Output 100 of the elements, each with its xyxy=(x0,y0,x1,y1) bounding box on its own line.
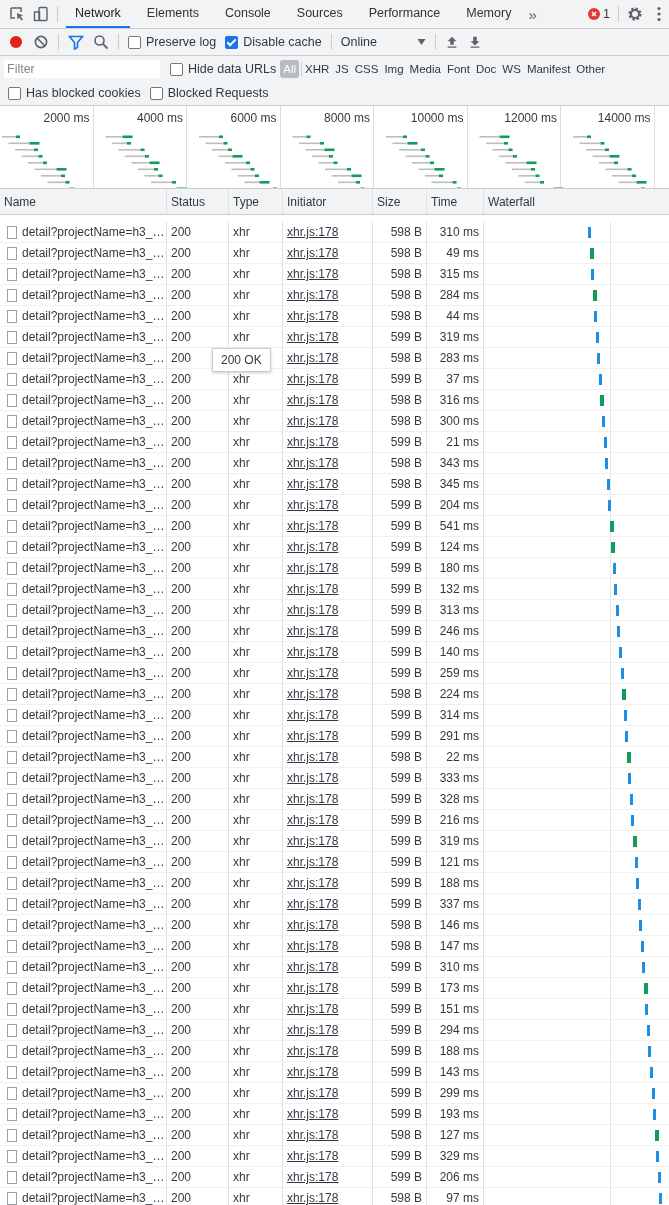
request-name[interactable]: detail?projectName=h3_… xyxy=(22,1128,165,1142)
column-header[interactable]: Type xyxy=(229,189,283,214)
panel-tab[interactable]: Performance xyxy=(359,0,450,28)
request-name[interactable]: detail?projectName=h3_… xyxy=(22,729,165,743)
type-filter-button[interactable]: Manifest xyxy=(525,61,572,77)
type-filter-button[interactable]: CSS xyxy=(353,61,380,77)
initiator-link[interactable]: xhr.js:178 xyxy=(287,225,339,239)
initiator-link[interactable]: xhr.js:178 xyxy=(287,456,339,470)
record-icon[interactable] xyxy=(8,34,24,50)
request-name[interactable]: detail?projectName=h3_… xyxy=(22,582,165,596)
initiator-link[interactable]: xhr.js:178 xyxy=(287,729,339,743)
initiator-link[interactable]: xhr.js:178 xyxy=(287,540,339,554)
request-name[interactable]: detail?projectName=h3_… xyxy=(22,645,165,659)
request-name[interactable]: detail?projectName=h3_… xyxy=(22,750,165,764)
initiator-link[interactable]: xhr.js:178 xyxy=(287,330,339,344)
initiator-link[interactable]: xhr.js:178 xyxy=(287,267,339,281)
initiator-link[interactable]: xhr.js:178 xyxy=(287,1128,339,1142)
initiator-link[interactable]: xhr.js:178 xyxy=(287,981,339,995)
initiator-link[interactable]: xhr.js:178 xyxy=(287,1065,339,1079)
initiator-link[interactable]: xhr.js:178 xyxy=(287,708,339,722)
request-name[interactable]: detail?projectName=h3_… xyxy=(22,225,165,239)
initiator-link[interactable]: xhr.js:178 xyxy=(287,624,339,638)
initiator-link[interactable]: xhr.js:178 xyxy=(287,813,339,827)
settings-icon[interactable] xyxy=(627,6,643,22)
request-name[interactable]: detail?projectName=h3_… xyxy=(22,477,165,491)
filter-icon[interactable] xyxy=(68,34,84,50)
initiator-link[interactable]: xhr.js:178 xyxy=(287,603,339,617)
initiator-link[interactable]: xhr.js:178 xyxy=(287,1044,339,1058)
request-name[interactable]: detail?projectName=h3_… xyxy=(22,1149,165,1163)
initiator-link[interactable]: xhr.js:178 xyxy=(287,771,339,785)
initiator-link[interactable]: xhr.js:178 xyxy=(287,1002,339,1016)
initiator-link[interactable]: xhr.js:178 xyxy=(287,498,339,512)
initiator-link[interactable]: xhr.js:178 xyxy=(287,246,339,260)
request-name[interactable]: detail?projectName=h3_… xyxy=(22,267,165,281)
more-options-icon[interactable] xyxy=(657,6,661,22)
initiator-link[interactable]: xhr.js:178 xyxy=(287,855,339,869)
initiator-link[interactable]: xhr.js:178 xyxy=(287,939,339,953)
request-name[interactable]: detail?projectName=h3_… xyxy=(22,435,165,449)
request-name[interactable]: detail?projectName=h3_… xyxy=(22,414,165,428)
initiator-link[interactable]: xhr.js:178 xyxy=(287,1149,339,1163)
initiator-link[interactable]: xhr.js:178 xyxy=(287,897,339,911)
request-name[interactable]: detail?projectName=h3_… xyxy=(22,876,165,890)
initiator-link[interactable]: xhr.js:178 xyxy=(287,687,339,701)
initiator-link[interactable]: xhr.js:178 xyxy=(287,666,339,680)
type-filter-button[interactable]: JS xyxy=(334,61,350,77)
request-name[interactable]: detail?projectName=h3_… xyxy=(22,687,165,701)
initiator-link[interactable]: xhr.js:178 xyxy=(287,918,339,932)
panel-tab[interactable]: Sources xyxy=(287,0,352,28)
initiator-link[interactable]: xhr.js:178 xyxy=(287,1107,339,1121)
column-header[interactable]: Time xyxy=(427,189,484,214)
panel-tab[interactable]: Memory xyxy=(457,0,521,28)
panel-tab[interactable]: Console xyxy=(215,0,280,28)
initiator-link[interactable]: xhr.js:178 xyxy=(287,309,339,323)
request-name[interactable]: detail?projectName=h3_… xyxy=(22,1170,165,1184)
request-name[interactable]: detail?projectName=h3_… xyxy=(22,1107,165,1121)
initiator-link[interactable]: xhr.js:178 xyxy=(287,1086,339,1100)
initiator-link[interactable]: xhr.js:178 xyxy=(287,1170,339,1184)
request-name[interactable]: detail?projectName=h3_… xyxy=(22,330,165,344)
initiator-link[interactable]: xhr.js:178 xyxy=(287,834,339,848)
filter-field[interactable]: Filter xyxy=(4,60,160,78)
initiator-link[interactable]: xhr.js:178 xyxy=(287,561,339,575)
initiator-link[interactable]: xhr.js:178 xyxy=(287,372,339,386)
request-name[interactable]: detail?projectName=h3_… xyxy=(22,540,165,554)
initiator-link[interactable]: xhr.js:178 xyxy=(287,645,339,659)
device-icon[interactable] xyxy=(33,6,49,22)
initiator-link[interactable]: xhr.js:178 xyxy=(287,960,339,974)
request-name[interactable]: detail?projectName=h3_… xyxy=(22,624,165,638)
type-filter-button[interactable]: Media xyxy=(408,61,442,77)
request-name[interactable]: detail?projectName=h3_… xyxy=(22,309,165,323)
initiator-link[interactable]: xhr.js:178 xyxy=(287,1191,339,1205)
initiator-link[interactable]: xhr.js:178 xyxy=(287,582,339,596)
search-icon[interactable] xyxy=(93,34,109,50)
panel-tab[interactable]: Elements xyxy=(137,0,208,28)
request-name[interactable]: detail?projectName=h3_… xyxy=(22,456,165,470)
initiator-link[interactable]: xhr.js:178 xyxy=(287,288,339,302)
request-name[interactable]: detail?projectName=h3_… xyxy=(22,1002,165,1016)
request-name[interactable]: detail?projectName=h3_… xyxy=(22,981,165,995)
request-name[interactable]: detail?projectName=h3_… xyxy=(22,666,165,680)
initiator-link[interactable]: xhr.js:178 xyxy=(287,792,339,806)
column-header[interactable]: Size xyxy=(373,189,427,214)
request-name[interactable]: detail?projectName=h3_… xyxy=(22,1191,165,1205)
checkbox[interactable] xyxy=(225,35,239,49)
initiator-link[interactable]: xhr.js:178 xyxy=(287,351,339,365)
request-name[interactable]: detail?projectName=h3_… xyxy=(22,708,165,722)
request-name[interactable]: detail?projectName=h3_… xyxy=(22,792,165,806)
initiator-link[interactable]: xhr.js:178 xyxy=(287,519,339,533)
request-name[interactable]: detail?projectName=h3_… xyxy=(22,855,165,869)
request-name[interactable]: detail?projectName=h3_… xyxy=(22,351,165,365)
request-name[interactable]: detail?projectName=h3_… xyxy=(22,771,165,785)
request-name[interactable]: detail?projectName=h3_… xyxy=(22,1023,165,1037)
checkbox[interactable] xyxy=(128,35,141,49)
checkbox[interactable] xyxy=(8,86,21,100)
request-name[interactable]: detail?projectName=h3_… xyxy=(22,834,165,848)
checkbox[interactable] xyxy=(149,86,163,100)
column-header[interactable]: Name xyxy=(0,189,167,214)
initiator-link[interactable]: xhr.js:178 xyxy=(287,414,339,428)
request-name[interactable]: detail?projectName=h3_… xyxy=(22,498,165,512)
request-name[interactable]: detail?projectName=h3_… xyxy=(22,918,165,932)
initiator-link[interactable]: xhr.js:178 xyxy=(287,750,339,764)
initiator-link[interactable]: xhr.js:178 xyxy=(287,876,339,890)
